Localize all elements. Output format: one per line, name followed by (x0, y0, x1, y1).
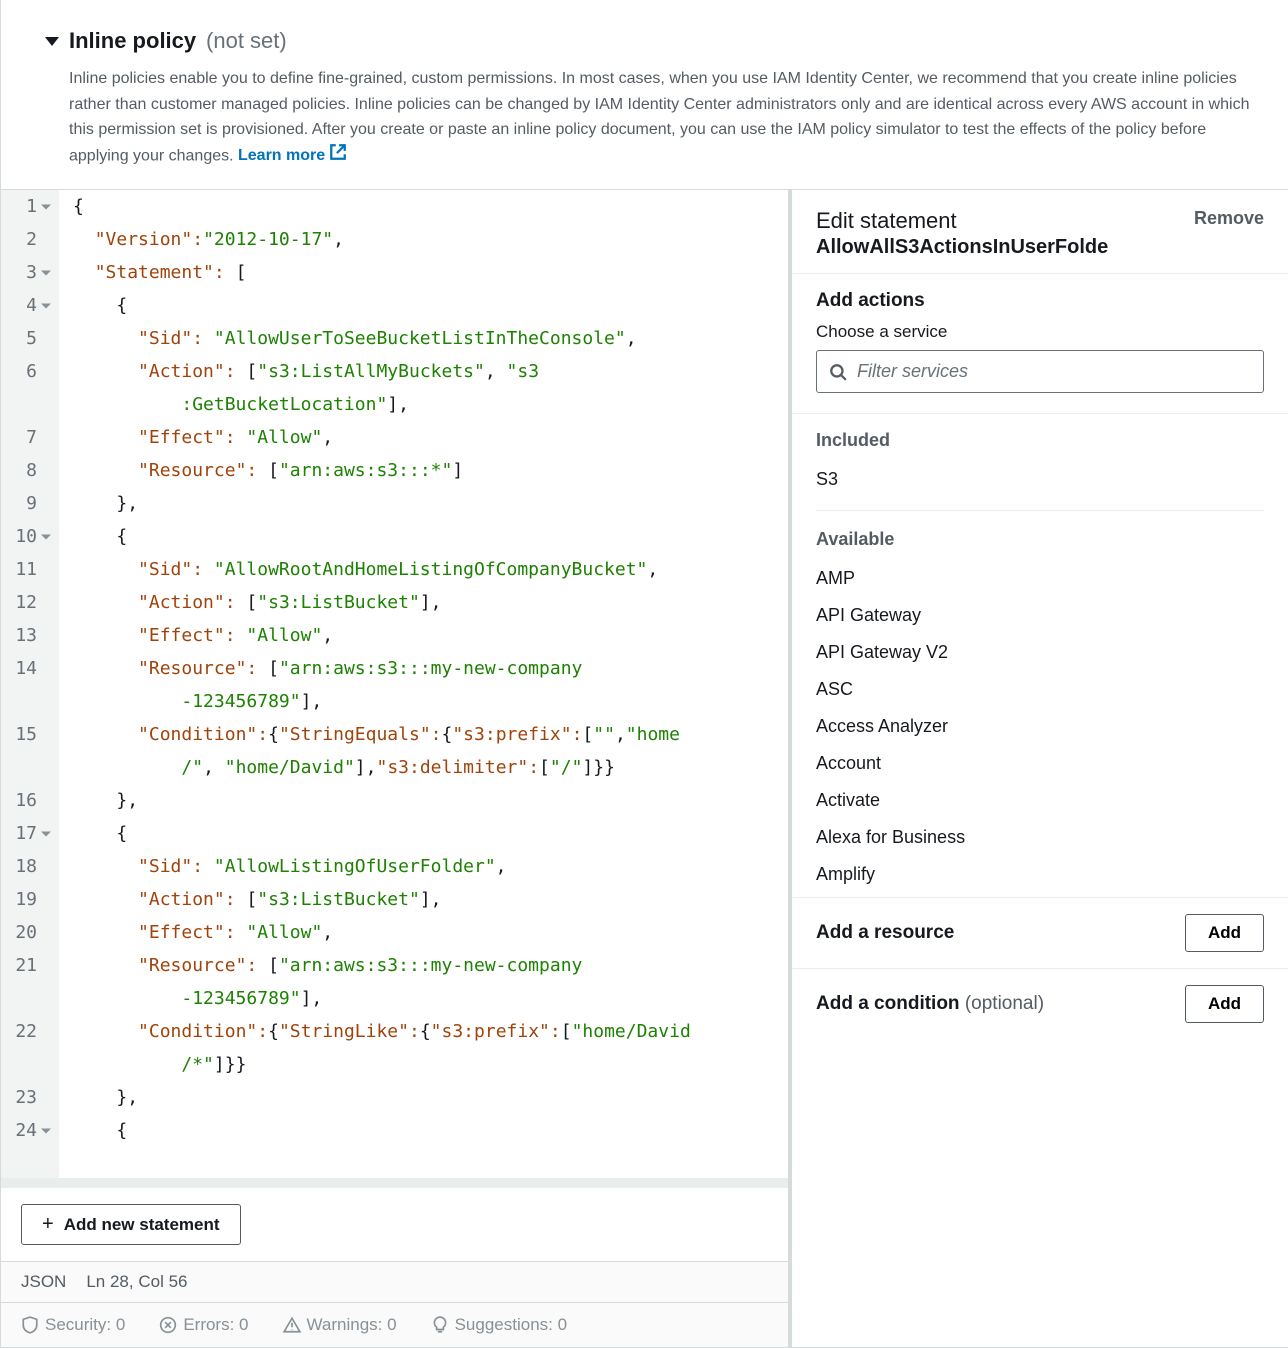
add-resource-button[interactable]: Add (1185, 914, 1264, 952)
horizontal-scrollbar[interactable] (1, 1178, 788, 1188)
edit-statement-panel: Edit statement AllowAllS3ActionsInUserFo… (792, 190, 1288, 1347)
editor-mode: JSON (21, 1272, 66, 1292)
learn-more-link[interactable]: Learn more (238, 143, 347, 170)
available-service-item[interactable]: Activate (816, 782, 1264, 819)
add-condition-label: Add a condition (optional) (816, 993, 1044, 1015)
available-service-item[interactable]: Alexa for Business (816, 819, 1264, 856)
available-service-item[interactable]: Access Analyzer (816, 708, 1264, 745)
add-actions-heading: Add actions (816, 290, 1264, 312)
code-editor[interactable]: 123456 7891011121314 15 161718192021 22 … (1, 190, 788, 1178)
available-service-item[interactable]: ASC (816, 671, 1264, 708)
add-new-statement-button[interactable]: + Add new statement (21, 1204, 241, 1245)
service-filter[interactable] (816, 350, 1264, 393)
available-service-item[interactable]: Account (816, 745, 1264, 782)
remove-statement-button[interactable]: Remove (1194, 208, 1264, 229)
error-circle-icon (159, 1316, 177, 1334)
warning-triangle-icon (283, 1316, 301, 1334)
status-bar: JSON Ln 28, Col 56 (1, 1261, 788, 1302)
plus-icon: + (42, 1213, 54, 1236)
available-service-item[interactable]: API Gateway (816, 597, 1264, 634)
lint-errors[interactable]: Errors: 0 (159, 1315, 248, 1335)
section-notset: (not set) (206, 28, 287, 53)
collapse-caret-icon[interactable] (45, 37, 59, 46)
lint-bar: Security: 0 Errors: 0 Warnings: 0 Sugges… (1, 1302, 788, 1347)
edit-statement-sid: AllowAllS3ActionsInUserFolde (816, 236, 1108, 259)
lint-suggestions[interactable]: Suggestions: 0 (431, 1315, 567, 1335)
external-link-icon (329, 143, 347, 170)
shield-icon (21, 1316, 39, 1334)
lint-warnings[interactable]: Warnings: 0 (283, 1315, 397, 1335)
included-service-item[interactable]: S3 (816, 461, 1264, 498)
search-icon (829, 363, 847, 381)
section-title: Inline policy (69, 28, 196, 53)
service-filter-input[interactable] (857, 361, 1251, 382)
add-condition-button[interactable]: Add (1185, 985, 1264, 1023)
section-description: Inline policies enable you to define fin… (69, 66, 1256, 169)
available-service-item[interactable]: AMP (816, 560, 1264, 597)
included-label: Included (816, 430, 1264, 451)
bulb-icon (431, 1316, 449, 1334)
available-label: Available (816, 529, 1264, 550)
choose-service-label: Choose a service (816, 322, 1264, 342)
cursor-position: Ln 28, Col 56 (86, 1272, 187, 1292)
add-resource-label: Add a resource (816, 922, 954, 944)
editor-pane: 123456 7891011121314 15 161718192021 22 … (1, 190, 792, 1347)
available-service-item[interactable]: API Gateway V2 (816, 634, 1264, 671)
edit-statement-title: Edit statement (816, 208, 1108, 234)
available-service-item[interactable]: Amplify (816, 856, 1264, 893)
inline-policy-header: Inline policy (not set) Inline policies … (1, 0, 1288, 189)
lint-security[interactable]: Security: 0 (21, 1315, 125, 1335)
